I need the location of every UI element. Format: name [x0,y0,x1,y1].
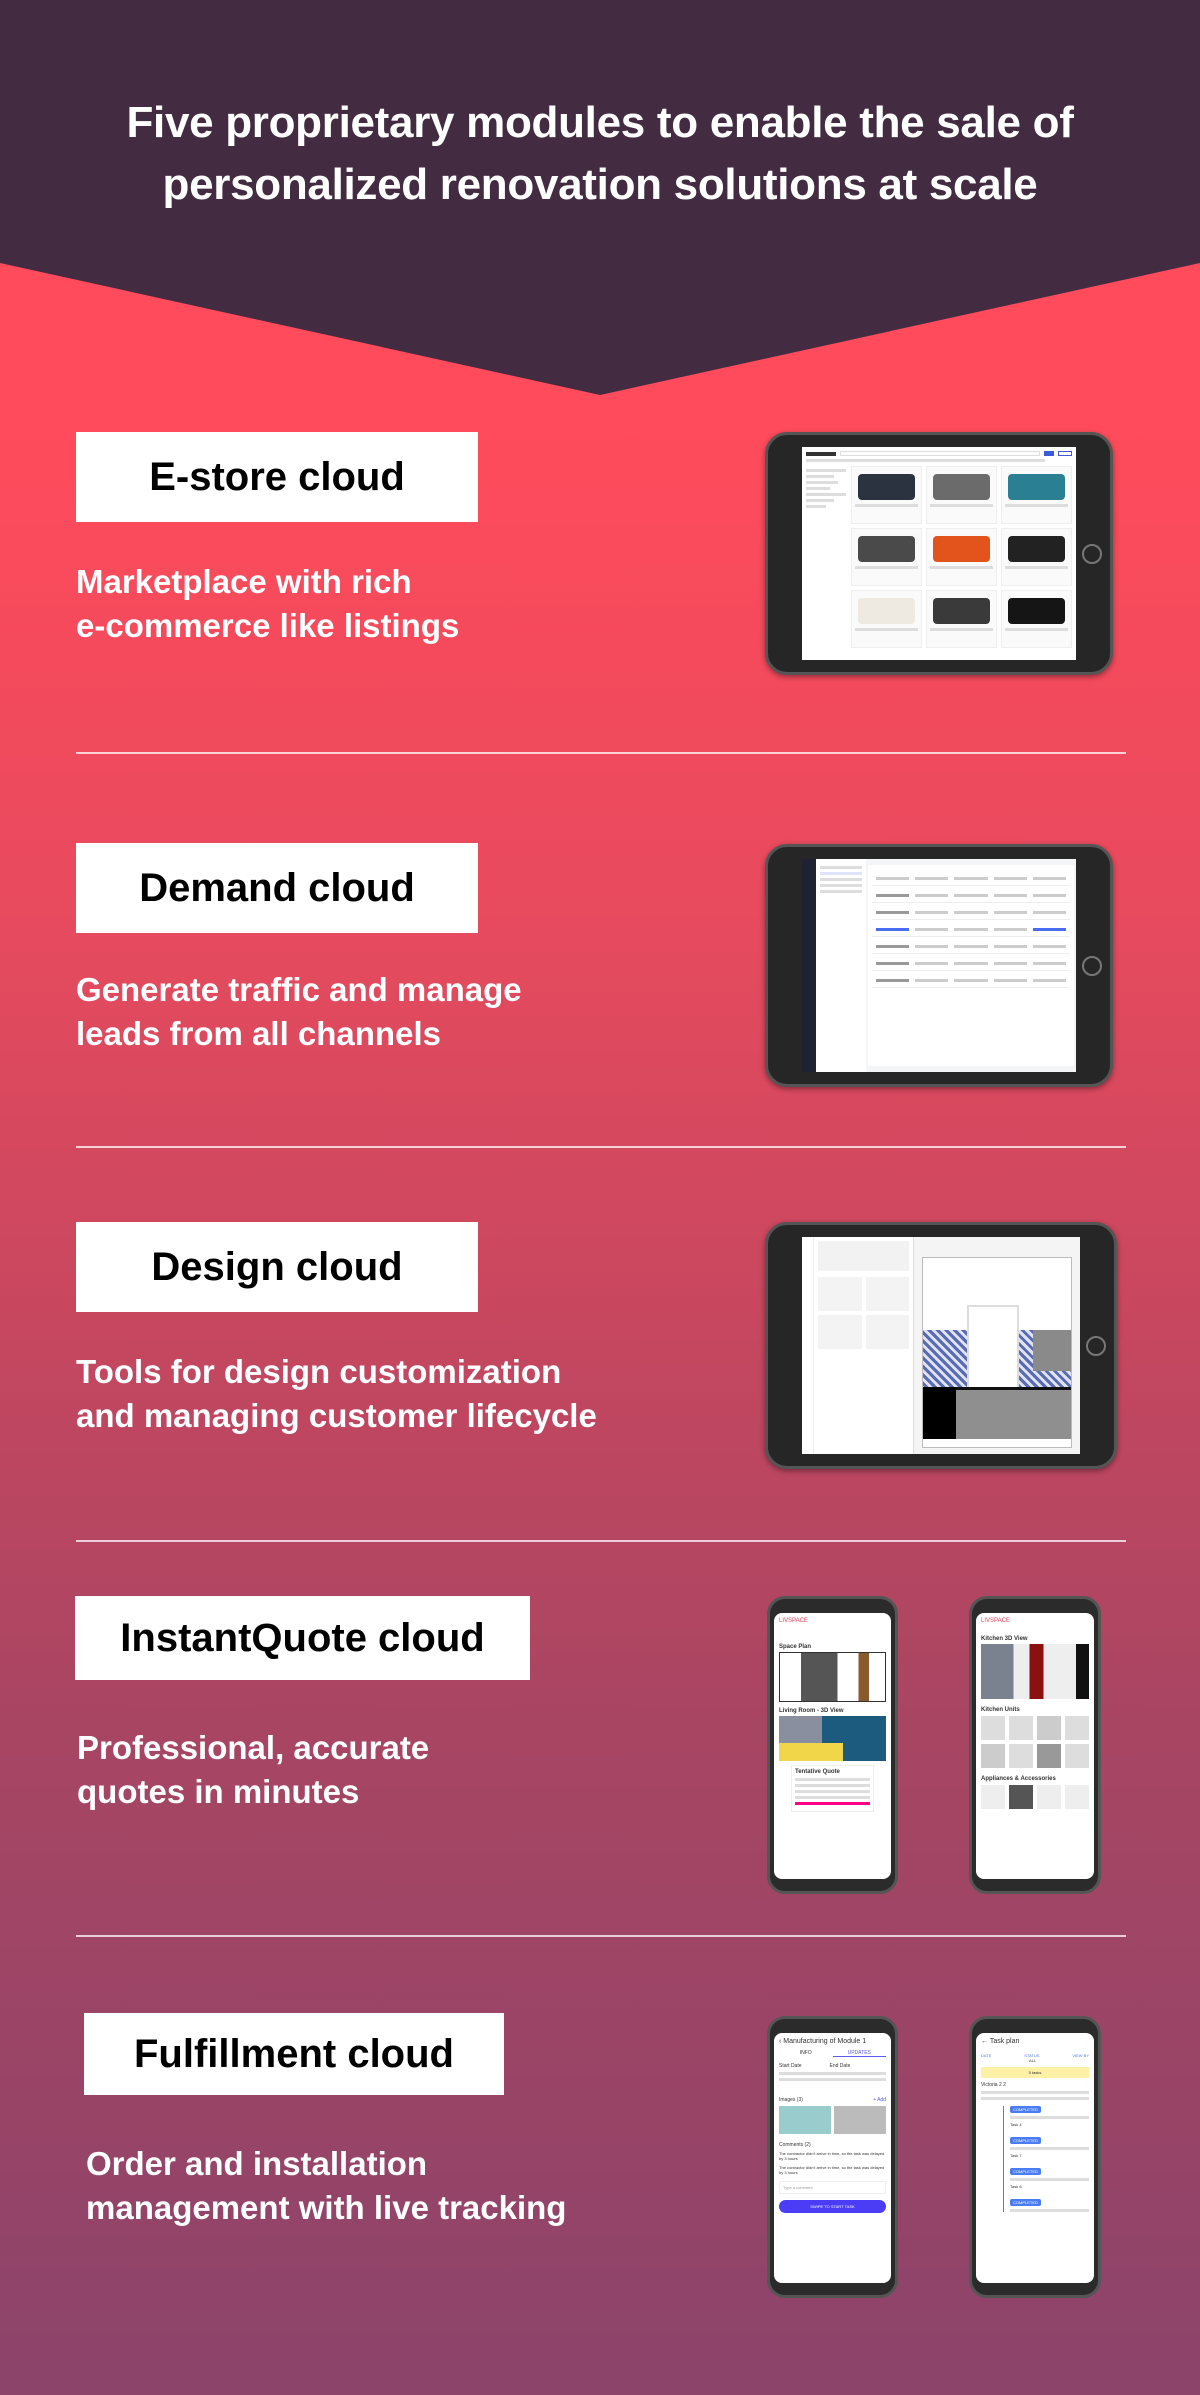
product-card[interactable] [926,590,997,648]
divider [76,752,1126,754]
fulfillment-screen-2: ← Task plan DATE STATUS VIEW BY ALL 5 task… [976,2033,1094,2283]
demand-tablet [765,844,1113,1087]
home-button [1082,955,1102,976]
module-label-design: Design cloud [76,1222,478,1312]
quote-phone-2: LIVSPACE Kitchen 3D View Kitchen Units A… [969,1596,1101,1894]
module-desc-estore: Marketplace with rich e-commerce like lis… [76,563,460,644]
estore-tablet [765,432,1113,675]
demand-screen [802,859,1076,1072]
product-grid [851,466,1072,648]
divider [76,1540,1126,1542]
estore-screen [802,447,1076,660]
fulfillment-phone-2: ← Task plan DATE STATUS VIEW BY ALL 5 task… [969,2016,1101,2298]
status-badge: COMPLETED [1010,2168,1041,2175]
divider [76,1146,1126,1148]
status-badge: COMPLETED [1010,2199,1041,2206]
fulfillment-phone-1: ‹ Manufacturing of Module 1 INFO UPDATES … [767,2016,898,2298]
screen-title: ‹ Manufacturing of Module 1 [779,2038,867,2045]
module-desc-instantquote: Professional, accurate quotes in minutes [77,1729,430,1810]
status-badge: COMPLETED [1010,2137,1041,2144]
module-label-estore: E-store cloud [76,432,478,522]
quote-screen-2: LIVSPACE Kitchen 3D View Kitchen Units A… [976,1613,1094,1879]
quote-screen-1: LIVSPACE Space Plan Living Room - 3D Vie… [774,1613,891,1879]
fulfillment-screen-1: ‹ Manufacturing of Module 1 INFO UPDATES … [774,2033,891,2283]
module-label-fulfillment: Fulfillment cloud [84,2013,504,2095]
page-title: Five proprietary modules to enable the s… [126,98,1074,209]
product-card[interactable] [1001,528,1072,586]
product-card[interactable] [1001,466,1072,524]
brand-logo: LIVSPACE [779,1618,808,1624]
design-tablet [765,1222,1117,1469]
divider [76,1935,1126,1937]
product-card[interactable] [926,466,997,524]
status-badge: COMPLETED [1010,2106,1041,2113]
product-card[interactable] [851,590,922,648]
module-desc-demand: Generate traffic and manage leads from al… [76,971,522,1052]
design-screen [802,1237,1080,1454]
module-label-instantquote: InstantQuote cloud [75,1596,530,1680]
module-desc-design: Tools for design customization and managi… [76,1353,597,1434]
product-card[interactable] [851,466,922,524]
module-label-demand: Demand cloud [76,843,478,933]
comment-input[interactable]: Type a comment [779,2181,886,2194]
module-desc-fulfillment: Order and installation management with li… [86,2145,567,2226]
product-card[interactable] [1001,590,1072,648]
product-card[interactable] [851,528,922,586]
quote-phone-1: LIVSPACE Space Plan Living Room - 3D Vie… [767,1596,898,1894]
tab-info[interactable]: INFO [779,2050,833,2057]
swipe-start-button[interactable]: SWIPE TO START TASK [779,2200,886,2213]
home-button [1082,543,1102,564]
tab-updates[interactable]: UPDATES [832,2050,886,2057]
home-button [1086,1335,1106,1356]
product-card[interactable] [926,528,997,586]
